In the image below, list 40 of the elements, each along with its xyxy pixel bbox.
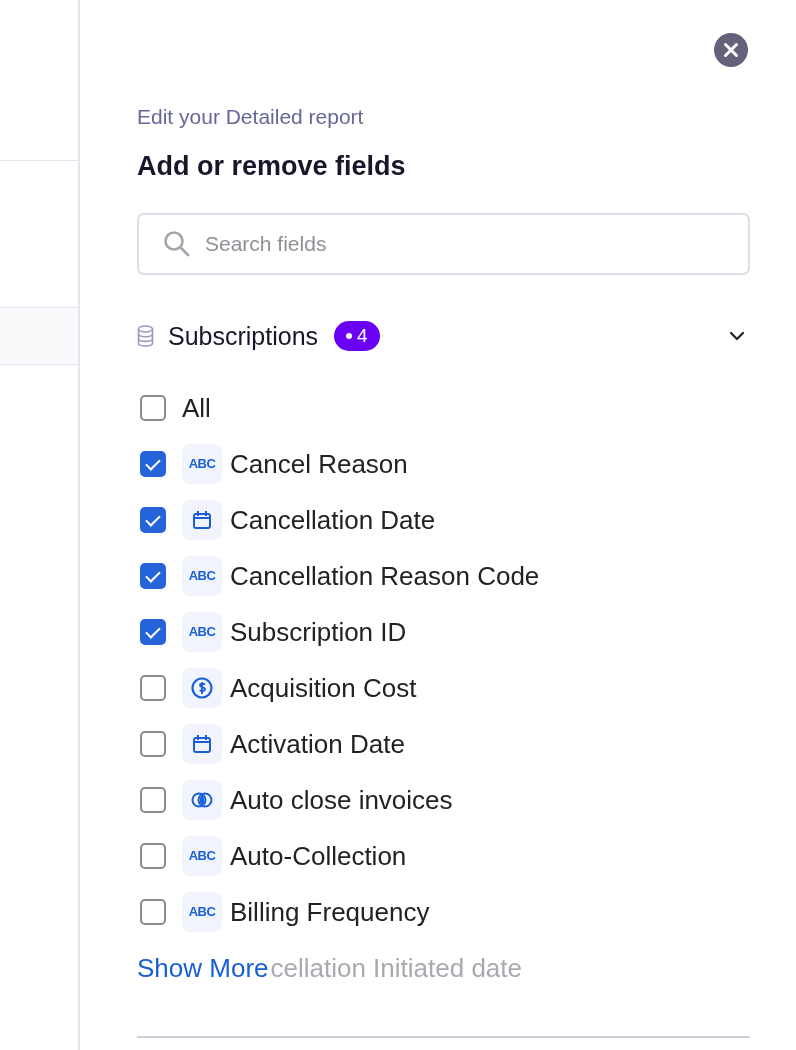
checkbox[interactable] xyxy=(140,619,166,645)
field-label[interactable]: Cancellation Reason Code xyxy=(230,560,540,592)
field-label[interactable]: Auto close invoices xyxy=(230,784,453,816)
checkbox[interactable] xyxy=(140,731,166,757)
checkbox[interactable] xyxy=(140,451,166,477)
checkbox[interactable] xyxy=(140,899,166,925)
checkbox[interactable] xyxy=(140,395,166,421)
close-icon[interactable] xyxy=(714,33,748,67)
dollar-icon xyxy=(191,677,213,699)
checkbox[interactable] xyxy=(140,787,166,813)
faded-field-label: cellation Initiated date xyxy=(270,952,522,984)
panel-title: Add or remove fields xyxy=(137,150,407,183)
count-badge: 4 xyxy=(334,321,380,351)
checkbox[interactable] xyxy=(140,563,166,589)
type-label: ABC xyxy=(188,568,216,584)
field-label[interactable]: Cancellation Date xyxy=(230,504,436,536)
panel-subtitle: Edit your Detailed report xyxy=(137,104,365,130)
checkbox[interactable] xyxy=(140,675,166,701)
search-icon xyxy=(163,230,191,258)
field-label[interactable]: Cancel Reason xyxy=(230,448,408,480)
field-label[interactable]: Acquisition Cost xyxy=(230,672,417,704)
toggle-circles-icon xyxy=(191,792,213,808)
show-more-link[interactable]: Show More xyxy=(137,952,269,984)
type-label: ABC xyxy=(188,848,216,864)
search-field[interactable]: Search fields xyxy=(137,213,750,275)
type-label: ABC xyxy=(188,456,216,472)
checkbox[interactable] xyxy=(140,507,166,533)
checkbox[interactable] xyxy=(140,843,166,869)
calendar-icon xyxy=(192,510,212,530)
type-label: ABC xyxy=(188,904,216,920)
field-label[interactable]: Auto-Collection xyxy=(230,840,407,872)
field-label[interactable]: All xyxy=(182,392,211,424)
calendar-icon xyxy=(192,734,212,754)
chevron-icon[interactable] xyxy=(729,331,745,341)
field-label[interactable]: Activation Date xyxy=(230,728,405,760)
field-label[interactable]: Billing Frequency xyxy=(230,896,430,928)
type-label: ABC xyxy=(188,624,216,640)
field-label[interactable]: Subscription ID xyxy=(230,616,407,648)
database-icon xyxy=(137,325,154,347)
section-title: Subscriptions xyxy=(168,321,319,351)
